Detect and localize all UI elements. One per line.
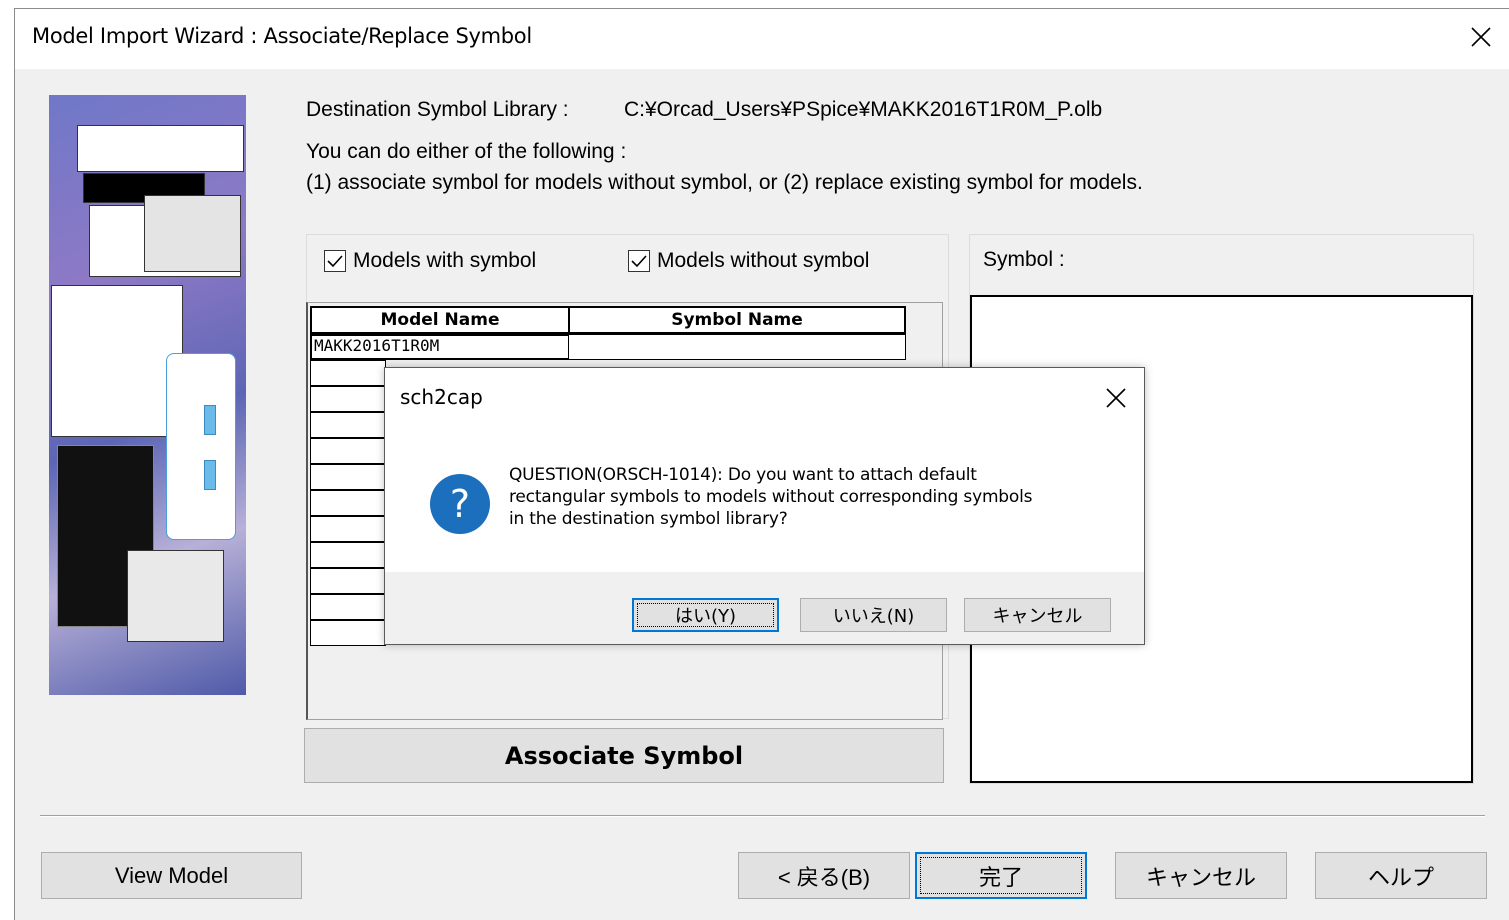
- column-header-model-name[interactable]: Model Name: [310, 306, 570, 334]
- dialog-message-line: QUESTION(ORSCH-1014): Do you want to att…: [509, 465, 977, 485]
- empty-row: [310, 542, 386, 568]
- finish-button-label: 完了: [920, 857, 1082, 894]
- question-icon: ?: [429, 473, 491, 540]
- empty-row: [310, 490, 386, 516]
- empty-row: [310, 594, 386, 620]
- dialog-yes-label: はい(Y): [637, 603, 774, 627]
- window-title: Model Import Wizard : Associate/Replace …: [32, 24, 532, 48]
- dialog-message-line: rectangular symbols to models without co…: [509, 487, 1033, 507]
- instruction-line-1: You can do either of the following :: [306, 140, 627, 163]
- empty-row: [310, 386, 386, 412]
- checkbox-checked-icon: [628, 250, 650, 272]
- wizard-illustration: [49, 95, 246, 695]
- models-without-symbol-checkbox[interactable]: Models without symbol: [628, 249, 869, 273]
- models-with-symbol-checkbox[interactable]: Models with symbol: [324, 249, 536, 273]
- empty-row: [310, 464, 386, 490]
- back-button[interactable]: < 戻る(B): [738, 852, 910, 899]
- finish-button[interactable]: 完了: [915, 852, 1087, 899]
- sch2cap-dialog: sch2cap ? QUESTION(ORSCH-1014): Do you w…: [384, 367, 1145, 645]
- dialog-message-line: in the destination symbol library?: [509, 509, 788, 529]
- empty-row: [310, 360, 386, 386]
- view-model-button[interactable]: View Model: [41, 852, 302, 899]
- close-icon: [1471, 27, 1491, 47]
- cancel-button[interactable]: キャンセル: [1115, 852, 1287, 899]
- models-without-symbol-label: Models without symbol: [657, 249, 870, 272]
- dialog-close-button[interactable]: [1094, 376, 1138, 420]
- table-row-symbol-cell[interactable]: [568, 334, 906, 360]
- symbol-label: Symbol :: [983, 248, 1065, 271]
- empty-row: [310, 516, 386, 542]
- table-row-model-cell[interactable]: MAKK2016T1R0M: [310, 334, 570, 360]
- destination-library-path: C:¥Orcad_Users¥PSpice¥MAKK2016T1R0M_P.ol…: [624, 98, 1103, 121]
- associate-symbol-button[interactable]: Associate Symbol: [304, 728, 944, 783]
- svg-text:?: ?: [450, 482, 470, 526]
- dialog-title: sch2cap: [400, 385, 483, 409]
- empty-row: [310, 568, 386, 594]
- models-with-symbol-label: Models with symbol: [353, 249, 537, 272]
- close-icon: [1106, 388, 1126, 408]
- footer-separator: [40, 815, 1485, 817]
- instruction-line-2: (1) associate symbol for models without …: [306, 171, 1143, 194]
- dialog-cancel-button[interactable]: キャンセル: [964, 598, 1111, 632]
- destination-library-label: Destination Symbol Library :: [306, 98, 569, 121]
- empty-row: [310, 438, 386, 464]
- checkbox-checked-icon: [324, 250, 346, 272]
- dialog-yes-button[interactable]: はい(Y): [632, 598, 779, 632]
- window-close-button[interactable]: [1453, 9, 1509, 65]
- dialog-no-button[interactable]: いいえ(N): [800, 598, 947, 632]
- empty-row: [310, 620, 386, 646]
- dialog-message: QUESTION(ORSCH-1014): Do you want to att…: [509, 464, 1129, 530]
- help-button[interactable]: ヘルプ: [1315, 852, 1487, 899]
- column-header-symbol-name[interactable]: Symbol Name: [568, 306, 906, 334]
- empty-row: [310, 412, 386, 438]
- title-bar: Model Import Wizard : Associate/Replace …: [15, 9, 1509, 69]
